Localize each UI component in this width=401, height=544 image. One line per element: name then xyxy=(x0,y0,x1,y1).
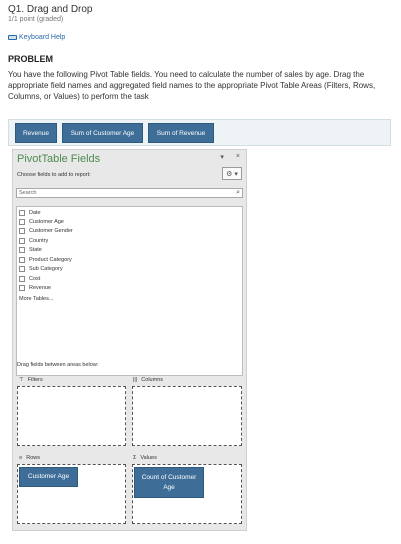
values-area-label: Σ Values xyxy=(133,455,157,461)
close-icon[interactable]: × xyxy=(236,153,240,161)
choose-fields-label: Choose fields to add to report: xyxy=(17,172,91,178)
rows-drop-zone[interactable]: Customer Age xyxy=(17,464,126,524)
field-label: State xyxy=(29,246,42,253)
drag-hint: Drag fields between areas below: xyxy=(17,362,99,368)
filters-drop-zone[interactable] xyxy=(17,386,126,446)
columns-area-label: ||| Columns xyxy=(133,377,163,383)
rows-label: Rows xyxy=(26,455,40,461)
columns-label: Columns xyxy=(141,377,163,383)
field-cost[interactable]: Cost xyxy=(19,274,40,283)
draggable-sum-of-customer-age[interactable]: Sum of Customer Age xyxy=(62,123,143,143)
checkbox[interactable] xyxy=(19,209,25,216)
values-label: Values xyxy=(140,455,157,461)
keyboard-help-link[interactable]: Keyboard Help xyxy=(8,34,65,41)
keyboard-help-label: Keyboard Help xyxy=(19,34,66,41)
rows-item-customer-age[interactable]: Customer Age xyxy=(19,467,78,487)
filters-area-label: ⊤ Filters xyxy=(19,377,43,383)
problem-text: You have the following Pivot Table field… xyxy=(8,70,376,101)
checkbox[interactable] xyxy=(19,256,25,263)
field-list: Date Customer Age Customer Gender Countr… xyxy=(16,206,243,376)
checkbox[interactable] xyxy=(19,237,25,244)
checkbox[interactable] xyxy=(19,265,25,272)
draggable-source-area: Revenue Sum of Customer Age Sum of Reven… xyxy=(8,119,391,146)
field-revenue[interactable]: Revenue xyxy=(19,283,51,292)
search-input[interactable]: Search ⌕ xyxy=(16,188,243,198)
field-label: Date xyxy=(29,209,41,216)
rows-icon: ≡ xyxy=(19,455,23,461)
draggable-revenue[interactable]: Revenue xyxy=(15,123,57,143)
filters-label: Filters xyxy=(27,377,43,383)
field-label: Revenue xyxy=(29,284,52,291)
checkbox[interactable] xyxy=(19,275,25,282)
values-drop-zone[interactable]: Count of Customer Age xyxy=(132,464,242,524)
columns-drop-zone[interactable] xyxy=(132,386,242,446)
field-date[interactable]: Date xyxy=(19,208,41,217)
field-label: Customer Age xyxy=(29,218,64,225)
field-label: Country xyxy=(29,237,49,244)
checkbox[interactable] xyxy=(19,246,25,253)
field-label: Product Category xyxy=(29,256,72,263)
search-icon: ⌕ xyxy=(236,189,240,196)
field-country[interactable]: Country xyxy=(19,236,48,245)
field-sub-category[interactable]: Sub Category xyxy=(19,264,63,273)
checkbox[interactable] xyxy=(19,227,25,234)
more-tables-link[interactable]: More Tables... xyxy=(19,296,53,302)
field-customer-gender[interactable]: Customer Gender xyxy=(19,226,73,235)
pivot-table-fields-pane: PivotTable Fields ▾ × Choose fields to a… xyxy=(12,149,247,531)
search-placeholder: Search xyxy=(19,190,37,196)
rows-area-label: ≡ Rows xyxy=(19,455,40,461)
field-label: Cost xyxy=(29,275,41,282)
pane-title: PivotTable Fields xyxy=(17,153,101,165)
gear-button[interactable]: ⚙ ▾ xyxy=(222,167,242,180)
draggable-sum-of-revenue[interactable]: Sum of Revenue xyxy=(148,123,214,143)
field-customer-age[interactable]: Customer Age xyxy=(19,217,64,226)
sigma-icon: Σ xyxy=(133,455,137,461)
field-product-category[interactable]: Product Category xyxy=(19,255,72,264)
columns-icon: ||| xyxy=(133,377,138,383)
question-points: 1/1 point (graded) xyxy=(8,16,64,23)
problem-heading: PROBLEM xyxy=(8,54,53,64)
gear-icon: ⚙ ▾ xyxy=(226,170,238,178)
keyboard-icon xyxy=(8,35,17,40)
field-label: Sub Category xyxy=(29,265,63,272)
checkbox[interactable] xyxy=(19,218,25,225)
checkbox[interactable] xyxy=(19,284,25,291)
question-title: Q1. Drag and Drop xyxy=(8,4,93,15)
pane-dropdown-icon[interactable]: ▾ xyxy=(220,153,224,161)
filter-icon: ⊤ xyxy=(19,377,24,383)
values-item-count-of-customer-age[interactable]: Count of Customer Age xyxy=(134,467,204,498)
field-label: Customer Gender xyxy=(29,227,73,234)
field-state[interactable]: State xyxy=(19,245,42,254)
